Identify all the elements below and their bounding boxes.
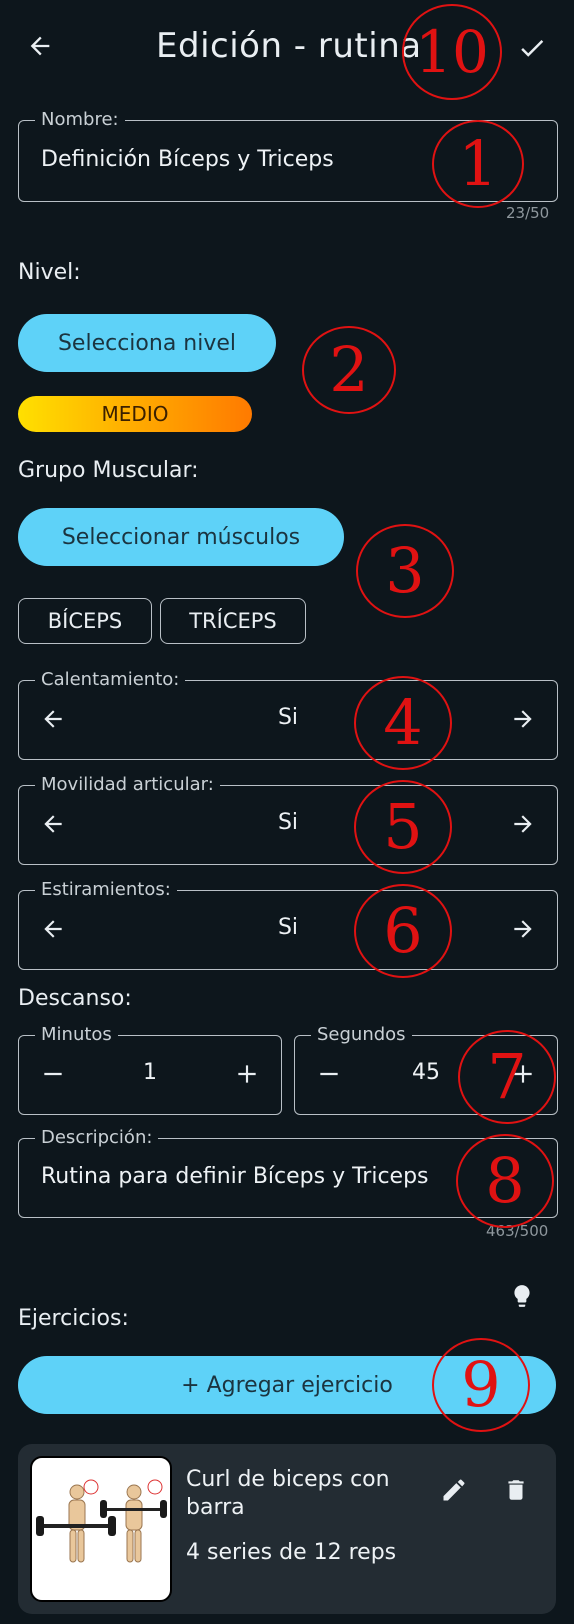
annotation-marker-4: 4 <box>354 676 452 770</box>
description-label: Descripción: <box>35 1127 159 1149</box>
arrow-right-icon <box>514 710 532 728</box>
back-button[interactable] <box>18 24 62 68</box>
warmup-selector: Calentamiento: Si <box>18 669 558 760</box>
annotation-marker-7: 7 <box>458 1030 556 1124</box>
muscle-group-section-label: Grupo Muscular: <box>18 458 199 483</box>
annotation-marker-9: 9 <box>432 1338 530 1432</box>
mobility-value: Si <box>277 810 299 835</box>
confirm-button[interactable] <box>510 26 554 70</box>
annotation-marker-10: 10 <box>402 4 502 100</box>
stretching-next-button[interactable] <box>503 909 543 949</box>
stretching-label: Estiramientos: <box>35 879 177 901</box>
exercises-section-label: Ejercicios: <box>18 1306 129 1331</box>
name-field-label: Nombre: <box>35 109 125 131</box>
mobility-next-button[interactable] <box>503 804 543 844</box>
edit-exercise-button[interactable] <box>434 1470 474 1510</box>
annotation-marker-2: 2 <box>302 326 396 414</box>
plus-icon <box>238 1065 256 1083</box>
mobility-selector: Movilidad articular: Si <box>18 774 558 865</box>
muscle-chip-triceps[interactable]: TRÍCEPS <box>160 598 306 644</box>
mobility-label: Movilidad articular: <box>35 774 220 796</box>
exercise-name: Curl de biceps con barra <box>186 1467 390 1520</box>
pencil-icon <box>443 1479 465 1501</box>
description-value: Rutina para definir Bíceps y Triceps <box>41 1164 429 1189</box>
minutes-increase-button[interactable] <box>227 1054 267 1094</box>
exercise-card[interactable]: Curl de biceps con barra 4 series de 12 … <box>18 1444 556 1614</box>
exercise-detail: 4 series de 12 reps <box>186 1540 397 1565</box>
arrow-right-icon <box>514 920 532 938</box>
exercise-thumbnail <box>30 1456 172 1602</box>
seconds-label: Segundos <box>311 1024 412 1046</box>
muscle-chip-biceps[interactable]: BÍCEPS <box>18 598 152 644</box>
level-badge: MEDIO <box>18 396 252 432</box>
rest-minutes-stepper: Minutos 1 <box>18 1024 282 1115</box>
name-char-counter: 23/50 <box>506 204 550 222</box>
level-section-label: Nivel: <box>18 260 81 285</box>
arrow-right-icon <box>514 815 532 833</box>
annotation-marker-5: 5 <box>354 780 452 874</box>
warmup-next-button[interactable] <box>503 699 543 739</box>
trash-icon <box>508 1480 524 1500</box>
warmup-label: Calentamiento: <box>35 669 186 691</box>
delete-exercise-button[interactable] <box>496 1470 536 1510</box>
annotation-marker-6: 6 <box>354 884 452 978</box>
stretching-value: Si <box>277 915 299 940</box>
annotation-marker-3: 3 <box>356 524 454 618</box>
annotation-marker-1: 1 <box>432 120 524 208</box>
select-level-button[interactable]: Selecciona nivel <box>18 314 276 372</box>
name-field-value: Definición Bíceps y Triceps <box>41 147 334 172</box>
select-muscles-button[interactable]: Seleccionar músculos <box>18 508 344 566</box>
arrow-left-icon <box>30 36 50 56</box>
lightbulb-icon <box>514 1285 530 1307</box>
check-icon <box>521 40 544 57</box>
warmup-value: Si <box>277 705 299 730</box>
annotation-marker-8: 8 <box>456 1134 554 1228</box>
stretching-selector: Estiramientos: Si <box>18 879 558 970</box>
rest-section-label: Descanso: <box>18 986 132 1011</box>
hint-button[interactable] <box>504 1278 540 1314</box>
minutes-label: Minutos <box>35 1024 118 1046</box>
page-title: Edición - rutina <box>156 26 422 66</box>
biceps-curl-illustration <box>36 1479 167 1563</box>
